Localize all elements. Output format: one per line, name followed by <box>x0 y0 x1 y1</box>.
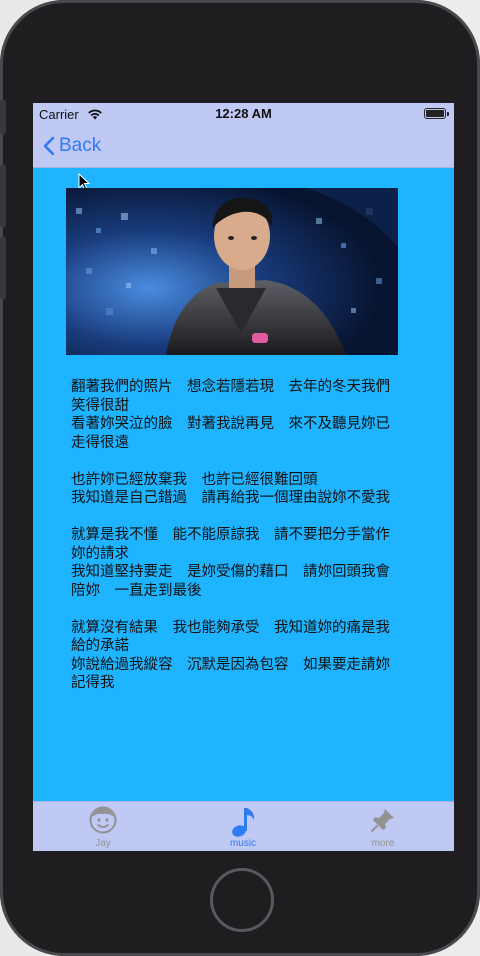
pushpin-icon <box>371 809 394 832</box>
tab-music[interactable]: music <box>173 802 313 851</box>
battery-icon <box>424 108 449 119</box>
volume-up-button <box>0 165 6 227</box>
back-button[interactable]: Back <box>43 133 101 159</box>
app-screen: Carrier 12:28 AM Back 翻著我們的照片 想念若隱若現 去年的… <box>33 103 454 851</box>
tab-music-label: music <box>229 838 257 849</box>
mute-switch <box>0 100 6 134</box>
tab-jay[interactable]: Jay <box>33 802 173 851</box>
tab-jay-label: Jay <box>95 838 111 849</box>
tab-more[interactable]: more <box>313 802 453 851</box>
status-bar: Carrier 12:28 AM <box>33 103 454 125</box>
lyrics-text[interactable]: 翻著我們的照片 想念若隱若現 去年的冬天我們笑得很甜 看著妳哭泣的臉 對著我說再… <box>71 378 393 703</box>
home-button[interactable] <box>210 868 274 932</box>
status-time: 12:28 AM <box>215 106 272 121</box>
iphone-frame: Carrier 12:28 AM Back 翻著我們的照片 想念若隱若現 去年的… <box>0 0 480 956</box>
chevron-left-icon <box>43 136 55 156</box>
tab-more-label: more <box>371 838 395 849</box>
volume-down-button <box>0 237 6 299</box>
smiley-face-icon <box>89 806 117 834</box>
artist-photo <box>66 188 398 355</box>
tab-bar: Jay music more <box>33 801 454 851</box>
music-note-icon <box>232 808 255 837</box>
navigation-bar: Back <box>33 125 454 191</box>
back-button-label: Back <box>59 135 102 156</box>
artist-photo-image <box>66 188 398 355</box>
